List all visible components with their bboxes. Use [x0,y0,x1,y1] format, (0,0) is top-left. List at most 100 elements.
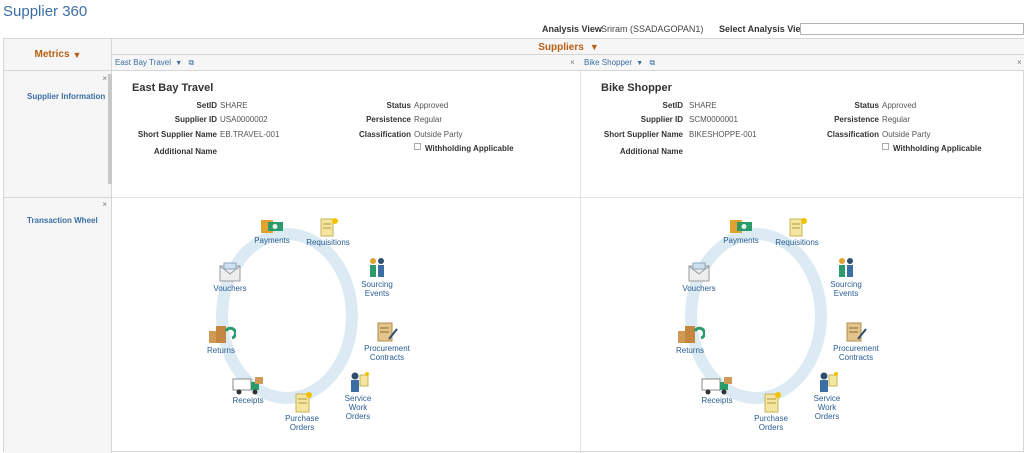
metrics-header[interactable]: Metrics ▼ [4,39,112,71]
requisitions-icon [320,218,338,237]
service-label-line1: Service [813,394,841,403]
metrics-label: Metrics [34,49,70,60]
service-work-orders-icon [351,372,369,392]
short-supplier-name-value: BIKESHOPPE-001 [689,130,757,139]
wheel-item-payments[interactable]: Payments [242,217,302,245]
payments-icon [730,220,752,233]
setid-value: SHARE [220,101,248,110]
supplier-id-label: Supplier ID [174,115,217,124]
service-label-line3: Orders [814,412,840,421]
close-column-icon[interactable]: × [1017,55,1022,71]
procurement-label-line2: Contracts [838,353,874,362]
row-scrollbar[interactable] [108,74,112,184]
service-label-line2: Work [348,403,368,412]
sourcing-events-label: Sourcing Events [347,280,407,298]
wheel-item-service-work-orders[interactable]: Service Work Orders [797,371,857,421]
close-column-icon[interactable]: × [570,55,575,71]
sourcing-events-icon [370,258,384,277]
purchase-label-line1: Purchase [285,414,319,423]
procurement-contracts-icon [377,322,398,342]
supplier-id-value: USA0000002 [220,115,268,124]
select-analysis-view-input[interactable] [800,23,1024,35]
close-row-icon[interactable]: × [102,200,107,209]
service-label-line3: Orders [345,412,371,421]
returns-label: Returns [206,346,235,355]
status-label: Status [854,101,879,110]
sourcing-events-icon [839,258,853,277]
wheel-item-vouchers[interactable]: Vouchers [200,261,260,293]
suppliers-header[interactable]: Suppliers ▼ [112,39,1024,55]
withholding-label: Withholding Applicable [893,144,982,153]
status-value: Approved [882,101,917,110]
analysis-view-value: Sriram (SSADAGOPAN1) [601,24,704,34]
wheel-item-receipts[interactable]: Receipts [687,375,747,405]
chevron-down-icon[interactable]: ▼ [175,60,182,67]
popup-icon[interactable]: ⧉ [649,58,655,67]
wheel-item-payments[interactable]: Payments [711,217,771,245]
classification-label: Classification [826,130,879,139]
analysis-view-bar: Analysis View Sriram (SSADAGOPAN1) Selec… [0,23,1024,37]
payments-icon [261,220,283,233]
receipts-label: Receipts [701,396,733,405]
purchase-label-line2: Orders [758,423,784,432]
procurement-contracts-label: Procurement Contracts [826,344,886,362]
purchase-orders-label: Purchase Orders [741,414,801,432]
supplier-name: East Bay Travel [132,82,214,94]
service-work-orders-label: Service Work Orders [797,394,857,421]
persistence-value: Regular [882,115,911,124]
wheel-item-purchase-orders[interactable]: Purchase Orders [272,391,332,432]
close-row-icon[interactable]: × [102,74,107,83]
supplier-header-bike-shopper[interactable]: Bike Shopper ▼ ⧉ [584,55,655,71]
purchase-label-line2: Orders [289,423,315,432]
wheel-item-sourcing-events[interactable]: Sourcing Events [347,257,407,298]
procurement-contracts-icon [846,322,867,342]
classification-value: Outside Party [882,130,931,139]
supplier-grid: Metrics ▼ × Supplier Information × Trans… [3,38,1024,453]
transaction-wheel-bike-shopper: Payments Requisitions Sourcing Events Pro… [660,211,890,432]
withholding-checkbox[interactable] [882,143,889,150]
row-divider [4,197,112,198]
purchase-label-line1: Purchase [754,414,788,423]
supplier-id-label: Supplier ID [640,115,683,124]
vouchers-icon [219,262,241,282]
caret-down-icon[interactable]: ▼ [73,50,82,60]
supplier-header-label: East Bay Travel [115,58,172,67]
metrics-column: Metrics ▼ × Supplier Information × Trans… [4,39,112,453]
wheel-item-returns[interactable]: Returns [191,323,251,355]
procurement-label-line1: Procurement [833,344,879,353]
wheel-item-purchase-orders[interactable]: Purchase Orders [741,391,801,432]
classification-value: Outside Party [414,130,463,139]
wheel-item-receipts[interactable]: Receipts [218,375,278,405]
payments-label: Payments [254,236,290,245]
wheel-item-requisitions[interactable]: Requisitions [298,217,358,247]
sourcing-label-line1: Sourcing [361,280,393,289]
requisitions-label: Requisitions [306,238,350,247]
purchase-orders-label: Purchase Orders [272,414,332,432]
additional-name-label: Additional Name [619,147,683,156]
wheel-item-service-work-orders[interactable]: Service Work Orders [328,371,388,421]
short-supplier-name-label: Short Supplier Name [137,130,217,139]
purchase-orders-icon [295,392,312,413]
row-label-supplier-information: Supplier Information [27,92,106,101]
supplier-header-east-bay-travel[interactable]: East Bay Travel ▼ ⧉ [115,55,194,71]
setid-value: SHARE [689,101,717,110]
sourcing-label-line2: Events [833,289,859,298]
supplier-column-headers: East Bay Travel ▼ ⧉ × Bike Shopper ▼ ⧉ × [112,55,1024,71]
setid-label: SetID [196,101,217,110]
withholding-checkbox[interactable] [414,143,421,150]
row-divider [112,197,1024,198]
sourcing-label-line2: Events [364,289,390,298]
chevron-down-icon[interactable]: ▼ [636,60,643,67]
service-work-orders-icon [820,372,838,392]
popup-icon[interactable]: ⧉ [188,58,194,67]
caret-down-icon[interactable]: ▼ [590,42,599,52]
receipts-icon [701,377,732,395]
wheel-item-requisitions[interactable]: Requisitions [767,217,827,247]
persistence-label: Persistence [834,115,879,124]
wheel-item-procurement-contracts[interactable]: Procurement Contracts [357,321,417,362]
wheel-item-returns[interactable]: Returns [660,323,720,355]
procurement-label-line1: Procurement [364,344,410,353]
wheel-item-vouchers[interactable]: Vouchers [669,261,729,293]
wheel-item-sourcing-events[interactable]: Sourcing Events [816,257,876,298]
wheel-item-procurement-contracts[interactable]: Procurement Contracts [826,321,886,362]
